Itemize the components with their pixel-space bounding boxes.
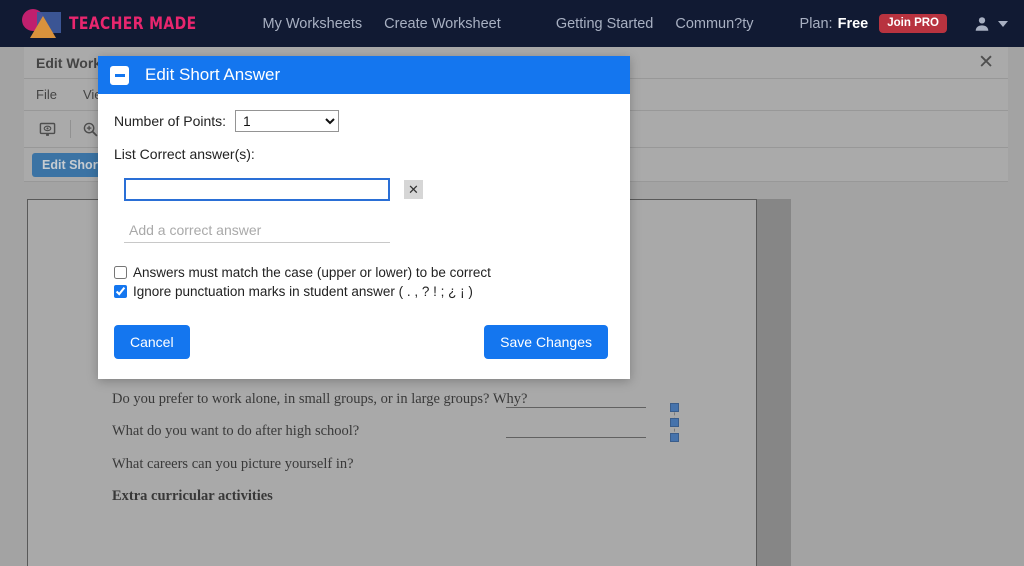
navbar-left-group: TEACHER MADE My Worksheets Create Worksh… [0, 8, 501, 40]
ignore-punctuation-label[interactable]: Ignore punctuation marks in student answ… [133, 284, 473, 299]
nav-link-create-worksheet[interactable]: Create Worksheet [384, 16, 501, 32]
add-answer-row [98, 217, 630, 243]
logo-triangle-shape [30, 15, 56, 38]
account-menu[interactable] [973, 15, 1008, 33]
correct-answer-input[interactable] [124, 178, 390, 201]
ignore-punctuation-checkbox[interactable] [114, 285, 127, 298]
match-case-row: Answers must match the case (upper or lo… [98, 265, 630, 280]
join-pro-button[interactable]: Join PRO [879, 14, 947, 33]
number-of-points-select[interactable]: 1 2 3 4 5 [235, 110, 340, 132]
correct-answer-row: ✕ [98, 178, 630, 201]
minimize-icon[interactable] [110, 65, 129, 85]
list-correct-answers-row: List Correct answer(s): [98, 146, 630, 164]
brand-name[interactable]: TEACHER MADE [69, 14, 197, 34]
navbar-right-group: Getting Started Commun?ty Plan: Free Joi… [556, 14, 1008, 33]
save-changes-button[interactable]: Save Changes [484, 325, 608, 359]
dialog-header: Edit Short Answer [98, 56, 630, 94]
match-case-label[interactable]: Answers must match the case (upper or lo… [133, 265, 491, 280]
top-navbar: TEACHER MADE My Worksheets Create Worksh… [0, 0, 1024, 47]
dialog-body: Number of Points: 1 2 3 4 5 List Correct… [98, 94, 630, 299]
teacher-made-logo-icon[interactable] [22, 8, 62, 40]
user-avatar-icon [975, 16, 989, 31]
ignore-punctuation-row: Ignore punctuation marks in student answ… [98, 284, 630, 299]
dialog-footer: Cancel Save Changes [98, 303, 630, 379]
nav-link-getting-started[interactable]: Getting Started [556, 16, 654, 32]
nav-link-community[interactable]: Commun?ty [675, 16, 753, 32]
nav-link-my-worksheets[interactable]: My Worksheets [263, 16, 363, 32]
cancel-button[interactable]: Cancel [114, 325, 190, 359]
plan-label: Plan: [799, 15, 833, 32]
add-correct-answer-input[interactable] [124, 217, 390, 243]
chevron-down-icon [998, 20, 1008, 27]
remove-answer-button[interactable]: ✕ [404, 180, 423, 199]
list-correct-answers-label: List Correct answer(s): [114, 146, 255, 162]
number-of-points-row: Number of Points: 1 2 3 4 5 [98, 110, 630, 132]
dialog-title: Edit Short Answer [145, 65, 281, 84]
plan-value: Free [837, 15, 869, 32]
number-of-points-label: Number of Points: [114, 113, 227, 129]
match-case-checkbox[interactable] [114, 266, 127, 279]
edit-short-answer-dialog: Edit Short Answer Number of Points: 1 2 … [98, 56, 630, 379]
plan-status: Plan: Free [800, 16, 869, 32]
